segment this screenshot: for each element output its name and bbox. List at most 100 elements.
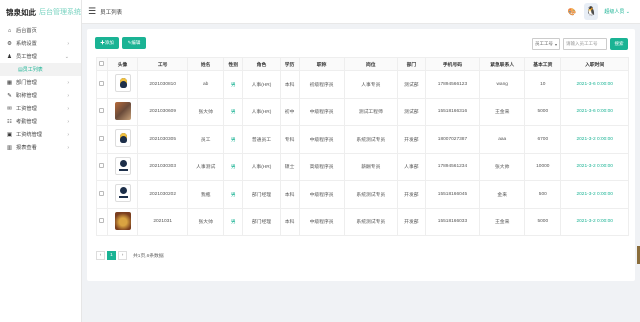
report-icon: ▥ <box>6 144 13 151</box>
page-1-button[interactable]: 1 <box>107 251 116 260</box>
avatar <box>114 184 131 203</box>
cell-date: 2021-3-2 0:00:00 <box>560 152 629 181</box>
cell-dept: 测试部 <box>397 70 426 99</box>
column-header: 姓名 <box>187 57 225 71</box>
cell-date: 2021-3-2 0:00:00 <box>560 125 629 154</box>
chevron-down-icon: ▾ <box>554 41 557 47</box>
cell-gender: 男 <box>223 152 244 181</box>
select-all-checkbox[interactable] <box>99 60 105 66</box>
column-header: 职称 <box>298 57 345 71</box>
sidebar-item-6[interactable]: ✉ 工资管理 › <box>0 102 81 115</box>
cell-post: 系统测试专员 <box>343 125 399 154</box>
cell-id: 2021030810 <box>137 70 189 99</box>
next-page-button[interactable]: › <box>118 251 127 260</box>
row-checkbox[interactable] <box>99 218 105 224</box>
sidebar-item-5[interactable]: ✎ 职称管理 › <box>0 89 81 102</box>
search-field-value: 员工工号 <box>535 41 553 46</box>
cell-dept: 人事部 <box>397 152 426 181</box>
cell-edu: 本科 <box>279 207 300 236</box>
cell-date: 2021-3-2 0:00:00 <box>560 207 629 236</box>
cell-id: 2021030305 <box>137 125 189 154</box>
row-checkbox[interactable] <box>99 135 105 141</box>
cell-contact: 王金来 <box>479 97 526 126</box>
table-row[interactable]: 2021030609 张大帅男人事(HR) 初中 中级程序员 测试工程师 测试部 15518… <box>96 97 629 126</box>
palette-icon[interactable]: 🎨 <box>568 8 577 16</box>
avatar-cell <box>106 70 139 99</box>
column-header: 学历 <box>279 57 300 71</box>
home-icon: ⌂ <box>7 27 12 34</box>
cell-post: 测试工程师 <box>343 97 399 126</box>
user-avatar[interactable]: 🐧 <box>584 3 599 20</box>
add-button[interactable]: ✚添加 <box>95 37 119 49</box>
sidebar-item-8[interactable]: ▣ 工资统管理 › <box>0 128 81 141</box>
sidebar-item-3[interactable]: ▤ 员工列表 <box>0 63 81 76</box>
table-row[interactable]: 2021030303 人事测试男人事(HR) 硕士 高级程序员 薪酬专员 人事部 17894… <box>96 152 629 181</box>
prev-page-button[interactable]: ‹ <box>96 251 105 260</box>
cell-name: 人事测试 <box>187 152 225 181</box>
dept-icon: ▦ <box>6 79 13 86</box>
cell-gender: 男 <box>223 180 244 209</box>
avatar-cell <box>106 125 139 154</box>
cell-date: 2021-3-6 0:00:00 <box>560 97 629 126</box>
table-row[interactable]: 2021030810 ab 男人事(HR) 本科 初级程序员 人事专员 测试部 1789456… <box>96 70 629 99</box>
sidebar-item-label: 系统设置 <box>16 41 37 47</box>
row-checkbox[interactable] <box>99 190 105 196</box>
sidebar-item-7[interactable]: ☷ 考勤管理 › <box>0 115 81 128</box>
user-name-dropdown[interactable]: 超级人员 ⌄ <box>604 8 630 15</box>
chevron-icon: ⌄ <box>64 53 69 60</box>
sidebar: 锦泉如此 后台管理系统 ⌂ 后台首页 ⚙ 系统设置 › ♟ 员工管理 ⌄ ▤ 员工列表 ▦ 部门管理 ›… <box>0 0 82 322</box>
sidebar-item-1[interactable]: ⚙ 系统设置 › <box>0 37 81 50</box>
cell-name: 我瓶 <box>187 180 225 209</box>
cell-id: 2021030609 <box>137 97 189 126</box>
system-name: 后台管理系统 <box>39 9 81 16</box>
column-header: 手机号码 <box>424 57 481 71</box>
column-header: 工号 <box>137 57 189 71</box>
cell-post: 人事专员 <box>343 70 399 99</box>
row-checkbox-cell <box>96 180 108 209</box>
sidebar-item-4[interactable]: ▦ 部门管理 › <box>0 76 81 89</box>
cell-salary: 10 <box>524 70 562 99</box>
cell-post: 系统测试专员 <box>343 180 399 209</box>
table-row[interactable]: 2021030202 我瓶男部门经理 本科 中级程序员 系统测试专员 开发部 1551816… <box>96 180 629 209</box>
cell-id: 2021031 <box>137 207 189 236</box>
cell-title: 高级程序员 <box>298 152 345 181</box>
column-header: 头像 <box>106 57 139 71</box>
search-button[interactable]: 搜索 <box>610 38 628 50</box>
row-checkbox[interactable] <box>99 108 105 114</box>
cell-date: 2021-3-2 0:00:00 <box>560 180 629 209</box>
avatar-cell <box>106 207 139 236</box>
cell-role: 人事(HR) <box>242 152 281 181</box>
chevron-icon: › <box>67 118 69 125</box>
sidebar-item-label: 工资管理 <box>16 106 37 112</box>
sidebar-item-0[interactable]: ⌂ 后台首页 <box>0 24 81 37</box>
row-checkbox[interactable] <box>99 163 105 169</box>
cell-contact: 金来 <box>479 180 526 209</box>
sidebar-item-label: 考勤管理 <box>16 119 37 125</box>
avatar <box>114 129 131 148</box>
chevron-icon: › <box>67 92 69 99</box>
row-checkbox[interactable] <box>99 80 105 86</box>
search-field-select[interactable]: 员工工号 ▾ <box>532 38 560 50</box>
search-input[interactable]: 请输入员工工号 <box>563 38 607 50</box>
chevron-icon: › <box>67 40 69 47</box>
avatar <box>114 101 131 120</box>
cell-gender: 男 <box>223 97 244 126</box>
table-row[interactable]: 2021031 张大帅男部门经理 本科 中级程序员 系统测试专员 开发部 155181660… <box>96 207 629 236</box>
avatar-cell <box>106 97 139 126</box>
cell-role: 人事(HR) <box>242 70 281 99</box>
cell-post: 系统测试专员 <box>343 207 399 236</box>
column-header: 基本工资 <box>524 57 562 71</box>
column-header: 角色 <box>242 57 281 71</box>
column-header: 岗位 <box>343 57 399 71</box>
cell-title: 中级程序员 <box>298 97 345 126</box>
table-row[interactable]: 2021030305 员工男普通员工 专科 中级程序员 系统测试专员 开发部 1800702… <box>96 125 629 154</box>
cell-phone: 15518166045 <box>424 180 481 209</box>
edit-button[interactable]: ✎编辑 <box>122 37 146 49</box>
sidebar-item-label: 员工列表 <box>22 67 43 73</box>
cell-dept: 开发部 <box>397 207 426 236</box>
cell-edu: 本科 <box>279 180 300 209</box>
menu-toggle-icon[interactable]: ☰ <box>88 6 96 17</box>
sidebar-item-9[interactable]: ▥ 报表查看 › <box>0 141 81 154</box>
sidebar-item-2[interactable]: ♟ 员工管理 ⌄ <box>0 50 81 63</box>
cell-id: 2021030303 <box>137 152 189 181</box>
